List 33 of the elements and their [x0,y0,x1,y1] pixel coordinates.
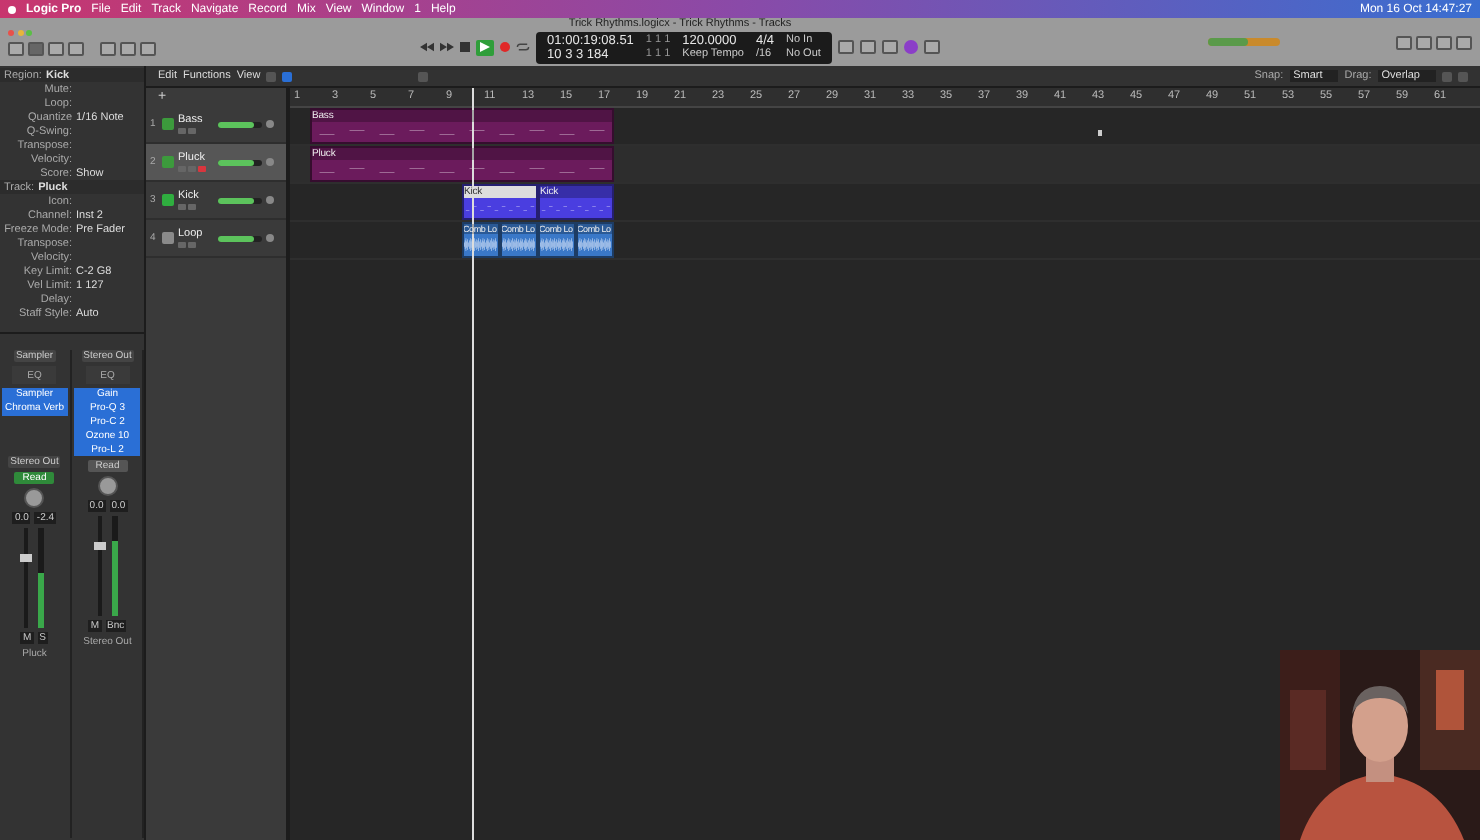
record-icon[interactable] [499,42,510,53]
volume-slider[interactable] [218,197,262,203]
waveform [577,234,611,256]
fader-thumb[interactable] [93,542,106,551]
pan-knob[interactable] [24,488,45,508]
apple-icon[interactable] [8,5,16,13]
waveform [463,234,497,256]
volume-slider[interactable] [218,159,262,165]
pan-knob[interactable] [266,234,274,242]
cycle-icon[interactable] [515,42,530,53]
volume-slider[interactable] [218,235,262,241]
volume-fill[interactable] [218,159,254,165]
window-controls-icon[interactable] [8,29,32,35]
pan-knob[interactable] [266,196,274,204]
pan-knob[interactable] [97,476,118,497]
avatar-icon[interactable] [904,40,919,55]
volume-fill[interactable] [218,197,254,203]
level-meter-icon [38,528,45,628]
pencil-tool-icon[interactable] [282,71,293,81]
pan-knob[interactable] [266,158,274,166]
play-button[interactable] [475,39,494,56]
cpu-meter-icon [1208,38,1280,46]
rewind-icon[interactable] [419,42,434,53]
pan-knob[interactable] [266,120,274,128]
volume-fill[interactable] [218,121,254,127]
waveform [539,234,573,256]
stop-icon[interactable] [459,42,470,53]
fast-forward-icon[interactable] [439,42,454,53]
volume-fill[interactable] [218,235,254,241]
fader-thumb[interactable] [20,554,33,562]
level-meter-icon [111,516,118,617]
waveform [501,234,535,256]
volume-slider[interactable] [218,121,262,127]
